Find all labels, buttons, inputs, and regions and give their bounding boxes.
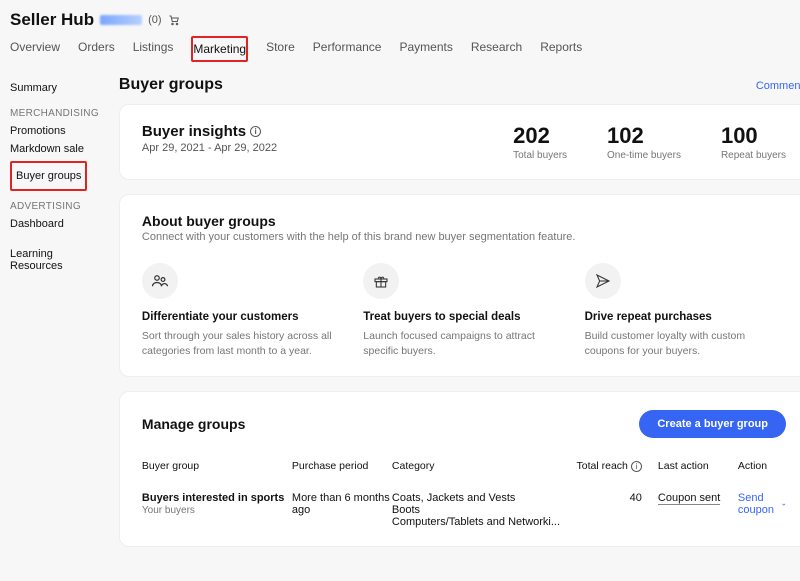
send-coupon-label: Send coupon <box>738 492 778 516</box>
app-title: Seller Hub <box>10 10 94 30</box>
insights-title: Buyer insights <box>142 123 246 140</box>
tab-orders[interactable]: Orders <box>78 36 115 62</box>
sidebar-item-buyer-groups[interactable]: Buyer groups <box>16 170 81 182</box>
manage-card: Manage groups Create a buyer group Buyer… <box>119 391 800 547</box>
tab-performance[interactable]: Performance <box>313 36 382 62</box>
cart-icon[interactable] <box>168 14 180 26</box>
row-period: More than 6 months ago <box>292 492 392 516</box>
sidebar-item-promotions[interactable]: Promotions <box>10 125 99 137</box>
col-reach: Total reachi <box>562 460 642 472</box>
feature-differentiate: Differentiate your customers Sort throug… <box>142 263 343 358</box>
main-tabs: Overview Orders Listings Marketing Store… <box>10 36 790 68</box>
stat-repeat: 100 Repeat buyers <box>721 123 786 161</box>
row-last-action[interactable]: Coupon sent <box>658 492 720 505</box>
row-category: Coats, Jackets and Vests Boots Computers… <box>392 492 562 528</box>
sidebar-merch-heading: MERCHANDISING <box>10 108 99 119</box>
feature-1-text: Sort through your sales history across a… <box>142 329 343 358</box>
feature-3-title: Drive repeat purchases <box>585 311 786 323</box>
gift-icon <box>363 263 399 299</box>
about-title: About buyer groups <box>142 213 786 229</box>
username-blur <box>100 15 142 25</box>
table-header: Buyer group Purchase period Category Tot… <box>142 460 786 478</box>
sidebar: Summary MERCHANDISING Promotions Markdow… <box>0 68 107 581</box>
stat-total-num: 202 <box>513 123 567 149</box>
manage-title: Manage groups <box>142 416 245 432</box>
people-icon <box>142 263 178 299</box>
col-group: Buyer group <box>142 460 292 472</box>
feature-2-title: Treat buyers to special deals <box>363 311 564 323</box>
sidebar-item-markdown[interactable]: Markdown sale <box>10 143 99 155</box>
sidebar-summary[interactable]: Summary <box>10 82 99 94</box>
insights-date: Apr 29, 2021 - Apr 29, 2022 <box>142 142 277 154</box>
chevron-down-icon <box>781 500 787 509</box>
insights-card: Buyer insights i Apr 29, 2021 - Apr 29, … <box>119 104 800 180</box>
stat-onetime-label: One-time buyers <box>607 150 681 161</box>
table-row: Buyers interested in sports Your buyers … <box>142 492 786 528</box>
tab-reports[interactable]: Reports <box>540 36 582 62</box>
stat-total: 202 Total buyers <box>513 123 567 161</box>
stat-onetime-num: 102 <box>607 123 681 149</box>
info-icon[interactable]: i <box>250 126 261 137</box>
main-content: Buyer groups Comments Buyer insights i A… <box>107 68 800 581</box>
tab-research[interactable]: Research <box>471 36 522 62</box>
tab-store[interactable]: Store <box>266 36 295 62</box>
tab-payments[interactable]: Payments <box>399 36 452 62</box>
stat-repeat-label: Repeat buyers <box>721 150 786 161</box>
feature-2-text: Launch focused campaigns to attract spec… <box>363 329 564 358</box>
tab-marketing[interactable]: Marketing <box>191 36 248 62</box>
col-period: Purchase period <box>292 460 392 472</box>
feature-deals: Treat buyers to special deals Launch foc… <box>363 263 564 358</box>
row-group-sub: Your buyers <box>142 505 195 516</box>
stat-onetime: 102 One-time buyers <box>607 123 681 161</box>
about-card: About buyer groups Connect with your cus… <box>119 194 800 377</box>
create-group-button[interactable]: Create a buyer group <box>639 410 786 438</box>
sidebar-item-dashboard[interactable]: Dashboard <box>10 218 99 230</box>
feature-1-title: Differentiate your customers <box>142 311 343 323</box>
info-icon[interactable]: i <box>631 461 642 472</box>
count-badge: (0) <box>148 14 161 26</box>
col-last: Last action <box>658 460 738 472</box>
comments-link[interactable]: Comments <box>756 80 800 92</box>
title-row: Seller Hub (0) <box>10 10 790 30</box>
feature-3-text: Build customer loyalty with custom coupo… <box>585 329 786 358</box>
tab-listings[interactable]: Listings <box>133 36 174 62</box>
tab-overview[interactable]: Overview <box>10 36 60 62</box>
sidebar-item-learning[interactable]: Learning Resources <box>10 248 99 272</box>
stat-total-label: Total buyers <box>513 150 567 161</box>
feature-repeat: Drive repeat purchases Build customer lo… <box>585 263 786 358</box>
top-bar: Seller Hub (0) Overview Orders Listings … <box>0 0 800 68</box>
send-icon <box>585 263 621 299</box>
row-reach: 40 <box>562 492 642 504</box>
send-coupon-link[interactable]: Send coupon <box>738 492 786 516</box>
sidebar-adv-heading: ADVERTISING <box>10 201 99 212</box>
stat-repeat-num: 100 <box>721 123 786 149</box>
col-category: Category <box>392 460 562 472</box>
about-sub: Connect with your customers with the hel… <box>142 231 786 243</box>
row-group-name: Buyers interested in sports <box>142 492 284 504</box>
col-action: Action <box>738 460 786 472</box>
page-title: Buyer groups <box>119 76 223 94</box>
